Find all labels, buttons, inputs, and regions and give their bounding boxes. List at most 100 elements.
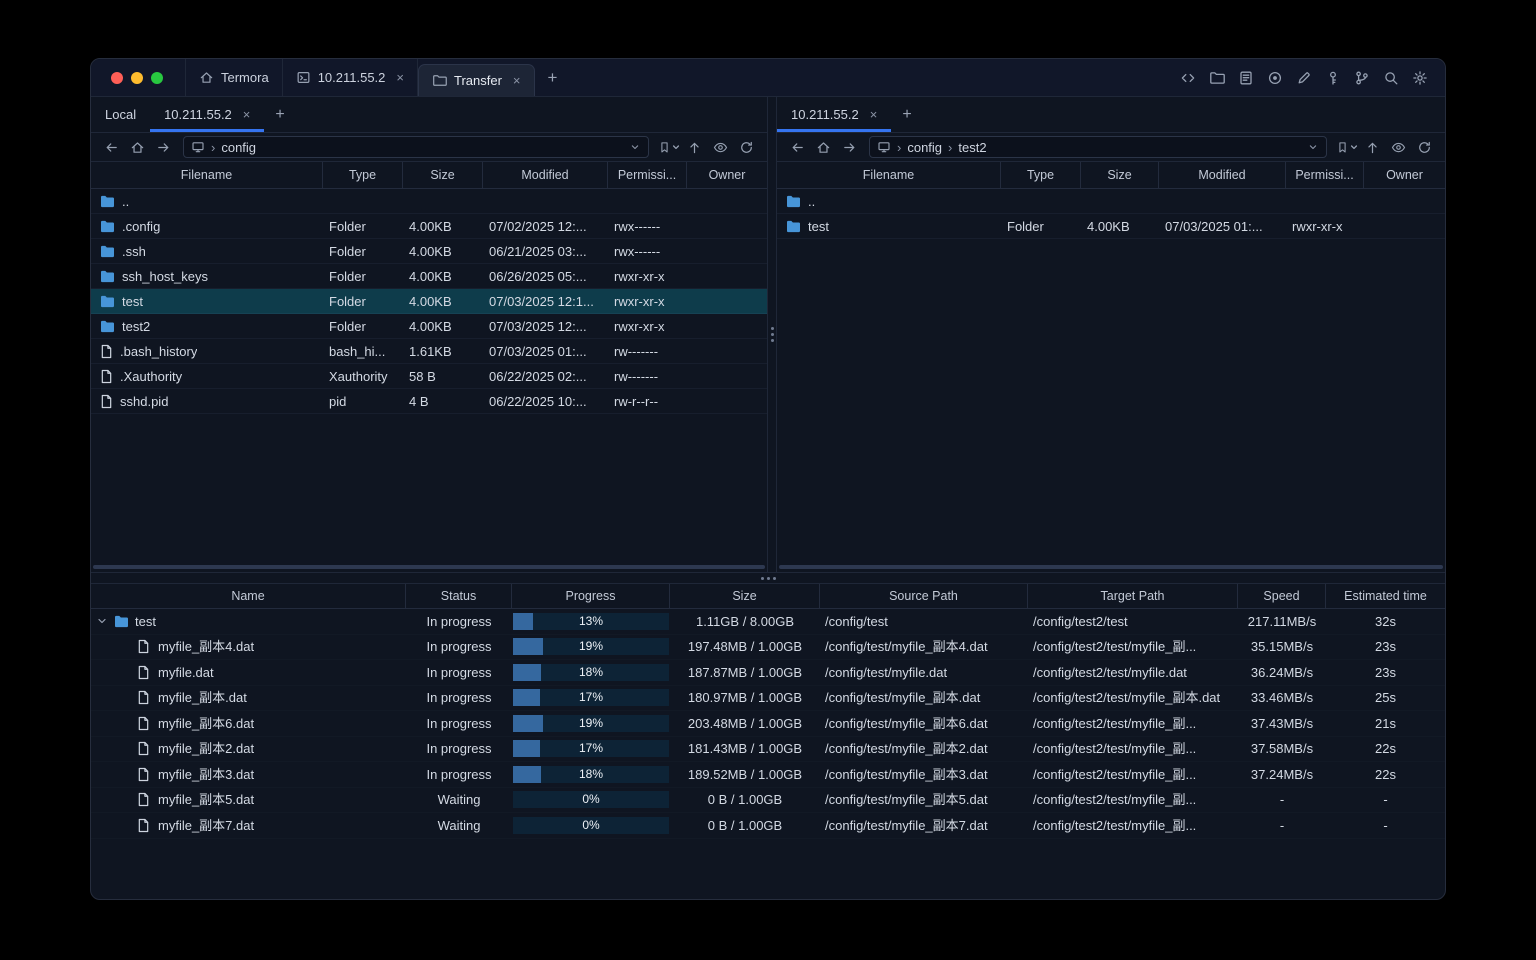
transfer-progress-cell: 0% — [512, 813, 670, 838]
refresh-icon[interactable] — [1413, 136, 1436, 158]
close-window-button[interactable] — [111, 71, 123, 84]
upload-icon[interactable] — [1361, 136, 1384, 158]
column-header-modified[interactable]: Modified — [1159, 162, 1286, 188]
close-pane-tab-icon[interactable]: × — [243, 108, 251, 121]
forward-icon[interactable] — [152, 136, 175, 158]
column-header-permissions[interactable]: Permissi... — [608, 162, 687, 188]
key-icon[interactable] — [1324, 69, 1342, 87]
pane-tab-local[interactable]: Local — [91, 97, 150, 132]
file-row[interactable]: ssh_host_keys Folder 4.00KB 06/26/2025 05:.… — [91, 264, 767, 289]
close-pane-tab-icon[interactable]: × — [870, 108, 878, 121]
show-hidden-eye-icon[interactable] — [1387, 136, 1410, 158]
transfer-row[interactable]: myfile_副本6.dat In progress 19% 203.48MB / 1… — [91, 711, 1445, 737]
column-header-filename[interactable]: Filename — [777, 162, 1001, 188]
close-tab-icon[interactable]: × — [513, 74, 521, 87]
column-header-type[interactable]: Type — [323, 162, 403, 188]
new-pane-tab-button[interactable]: + — [264, 97, 295, 132]
new-tab-button[interactable]: + — [535, 59, 571, 96]
refresh-icon[interactable] — [735, 136, 758, 158]
horizontal-scrollbar[interactable] — [93, 565, 765, 569]
breadcrumb-segment-test2[interactable]: test2 — [958, 140, 986, 155]
transfer-row[interactable]: myfile_副本7.dat Waiting 0% 0 B / 1.00GB/conf… — [91, 813, 1445, 839]
file-row[interactable]: test Folder 4.00KB 07/03/2025 12:1... rwxr-x… — [91, 289, 767, 314]
column-header-target-path[interactable]: Target Path — [1028, 584, 1238, 608]
file-icon — [100, 394, 113, 409]
pane-tab-remote[interactable]: 10.211.55.2 × — [150, 97, 265, 132]
breadcrumb-segment-config[interactable]: config — [221, 140, 256, 155]
transfer-row[interactable]: myfile_副本3.dat In progress 18% 189.52MB / 1… — [91, 762, 1445, 788]
transfer-row[interactable]: myfile_副本2.dat In progress 17% 181.43MB / 1… — [91, 737, 1445, 763]
chevron-down-icon[interactable] — [629, 141, 641, 153]
column-header-speed[interactable]: Speed — [1238, 584, 1326, 608]
home-icon — [199, 70, 214, 85]
column-header-status[interactable]: Status — [406, 584, 512, 608]
titlebar: Termora 10.211.55.2 × Transfer × + — [91, 59, 1445, 97]
upload-icon[interactable] — [683, 136, 706, 158]
transfer-row[interactable]: myfile.dat In progress 18% 187.87MB / 1.00G… — [91, 660, 1445, 686]
file-row[interactable]: test Folder 4.00KB 07/03/2025 01:... rwxr-xr… — [777, 214, 1445, 239]
minimize-window-button[interactable] — [131, 71, 143, 84]
home-icon[interactable] — [812, 136, 835, 158]
folder-icon — [432, 73, 447, 88]
zoom-window-button[interactable] — [151, 71, 163, 84]
home-icon[interactable] — [126, 136, 149, 158]
column-header-size[interactable]: Size — [670, 584, 820, 608]
path-bar[interactable]: › config — [183, 136, 649, 158]
column-header-name[interactable]: Name — [91, 584, 406, 608]
pane-tab-remote[interactable]: 10.211.55.2 × — [777, 97, 892, 132]
chevron-down-icon[interactable] — [96, 615, 108, 627]
pane-splitter[interactable] — [767, 97, 777, 572]
column-header-size[interactable]: Size — [1081, 162, 1159, 188]
back-icon[interactable] — [100, 136, 123, 158]
branch-icon[interactable] — [1353, 69, 1371, 87]
file-row[interactable]: .Xauthority Xauthority 58 B 06/22/2025 02:.… — [91, 364, 767, 389]
column-header-source-path[interactable]: Source Path — [820, 584, 1028, 608]
files-icon[interactable] — [1208, 69, 1226, 87]
transfer-row[interactable]: myfile_副本5.dat Waiting 0% 0 B / 1.00GB/conf… — [91, 788, 1445, 814]
column-header-estimated-time[interactable]: Estimated time — [1326, 584, 1445, 608]
settings-icon[interactable] — [1411, 69, 1429, 87]
transfer-row[interactable]: test In progress 13% 1.11GB / 8.00GB/config… — [91, 609, 1445, 635]
column-header-type[interactable]: Type — [1001, 162, 1081, 188]
bookmark-icon[interactable] — [657, 136, 680, 158]
bookmark-icon[interactable] — [1335, 136, 1358, 158]
transfer-speed: 217.11MB/s — [1247, 613, 1317, 629]
column-header-owner[interactable]: Owner — [687, 162, 767, 188]
column-header-permissions[interactable]: Permissi... — [1286, 162, 1364, 188]
back-icon[interactable] — [786, 136, 809, 158]
file-row[interactable]: sshd.pid pid 4 B 06/22/2025 10:... rw-r--r-- — [91, 389, 767, 414]
transfer-row[interactable]: myfile_副本4.dat In progress 19% 197.48MB / 1… — [91, 635, 1445, 661]
horizontal-scrollbar[interactable] — [779, 565, 1443, 569]
column-header-modified[interactable]: Modified — [483, 162, 608, 188]
breadcrumb-segment-config[interactable]: config — [907, 140, 942, 155]
file-row[interactable]: .config Folder 4.00KB 07/02/2025 12:... rwx-… — [91, 214, 767, 239]
path-bar[interactable]: › config › test2 — [869, 136, 1327, 158]
transfer-target-path: /config/test2/test/myfile.dat — [1033, 664, 1187, 680]
file-row[interactable]: test2 Folder 4.00KB 07/03/2025 12:... rwxr-x… — [91, 314, 767, 339]
forward-icon[interactable] — [838, 136, 861, 158]
transfer-row[interactable]: myfile_副本.dat In progress 17% 180.97MB / 1.… — [91, 686, 1445, 712]
record-icon[interactable] — [1266, 69, 1284, 87]
file-row[interactable]: .. — [777, 189, 1445, 214]
column-header-owner[interactable]: Owner — [1364, 162, 1445, 188]
transfer-splitter[interactable] — [91, 572, 1445, 584]
show-hidden-eye-icon[interactable] — [709, 136, 732, 158]
chevron-down-icon[interactable] — [1307, 141, 1319, 153]
log-icon[interactable] — [1237, 69, 1255, 87]
close-tab-icon[interactable]: × — [396, 71, 404, 84]
tab-termora[interactable]: Termora — [186, 59, 283, 96]
tab-ssh-session[interactable]: 10.211.55.2 × — [283, 59, 418, 96]
transfer-eta: 21s — [1375, 715, 1396, 731]
file-row[interactable]: .bash_history bash_hi... 1.61KB 07/03/2025 … — [91, 339, 767, 364]
tab-transfer[interactable]: Transfer × — [418, 64, 535, 96]
file-row[interactable]: .ssh Folder 4.00KB 06/21/2025 03:... rwx----… — [91, 239, 767, 264]
new-pane-tab-button[interactable]: + — [891, 97, 922, 132]
column-header-size[interactable]: Size — [403, 162, 483, 188]
column-header-filename[interactable]: Filename — [91, 162, 323, 188]
edit-icon[interactable] — [1295, 69, 1313, 87]
column-header-progress[interactable]: Progress — [512, 584, 670, 608]
file-row[interactable]: .. — [91, 189, 767, 214]
code-icon[interactable] — [1179, 69, 1197, 87]
search-icon[interactable] — [1382, 69, 1400, 87]
filename-cell: .Xauthority — [91, 364, 323, 389]
